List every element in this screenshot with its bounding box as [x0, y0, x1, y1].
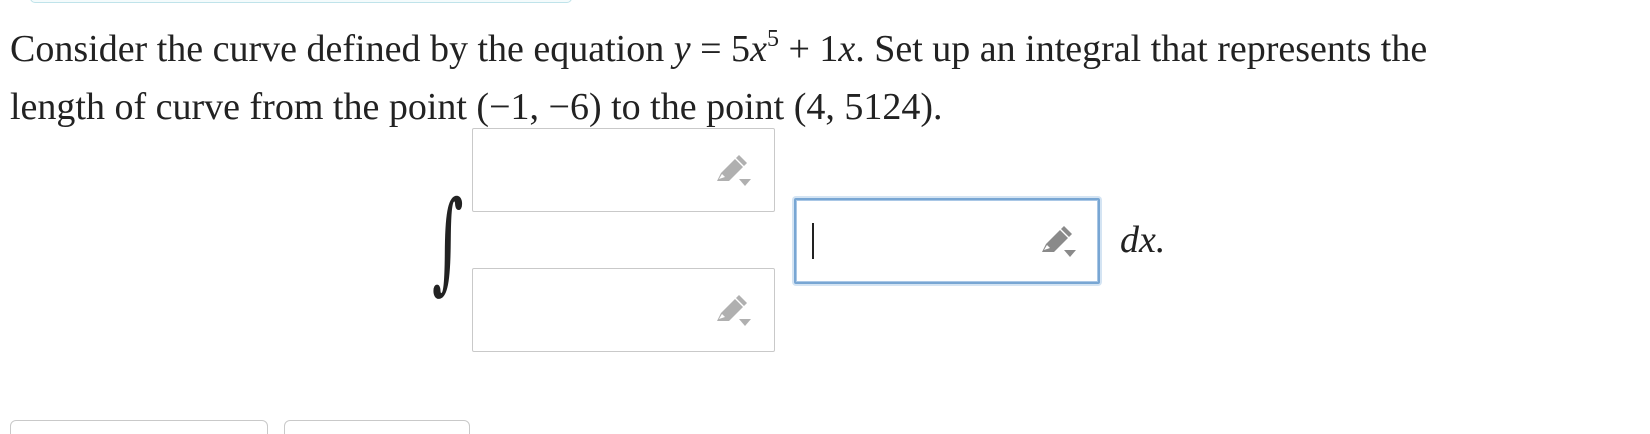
pencil-dropdown-icon[interactable] — [713, 155, 753, 191]
equation-x2: x — [838, 28, 856, 70]
equation-plus: + 1 — [778, 28, 839, 70]
question-text: Consider the curve defined by the equati… — [10, 20, 1630, 136]
upper-limit-input[interactable] — [472, 128, 775, 212]
differential-label: dx. — [1120, 219, 1166, 261]
equation-x: x — [750, 28, 767, 70]
equation-equals: = 5 — [690, 28, 751, 70]
action-button-1[interactable] — [10, 420, 268, 434]
question-part-1: Consider the curve defined by the equati… — [10, 28, 665, 70]
question-line-1: Consider the curve defined by the equati… — [10, 20, 1630, 78]
pencil-dropdown-icon[interactable] — [1038, 226, 1078, 262]
problem-page: Consider the curve defined by the equati… — [0, 0, 1650, 434]
text-cursor — [812, 223, 814, 259]
question-line-2: length of curve from the point (−1, −6) … — [10, 86, 943, 128]
pencil-dropdown-icon[interactable] — [713, 295, 753, 331]
equation-exponent: 5 — [766, 26, 779, 52]
question-part-2: . Set up an integral that represents the — [855, 28, 1428, 70]
previous-panel-edge — [30, 0, 572, 3]
action-button-2[interactable] — [284, 420, 470, 434]
equation: y = 5x5 + 1x — [673, 26, 856, 70]
integral-sign: ∫ — [432, 177, 464, 305]
equation-y: y — [673, 28, 691, 70]
integrand-input[interactable] — [794, 198, 1100, 284]
lower-limit-input[interactable] — [472, 268, 775, 352]
